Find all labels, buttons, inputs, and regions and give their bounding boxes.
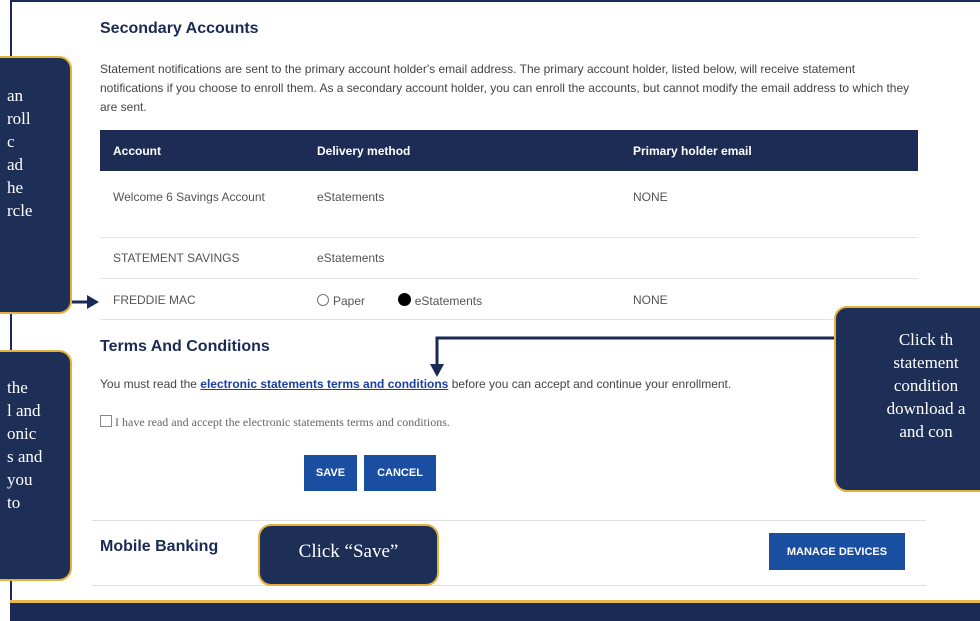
- callout-arrows: [72, 295, 834, 377]
- callout-terms-left: the l and onic s and you to: [0, 350, 72, 581]
- arrow-head-terms: [430, 364, 444, 377]
- arrow-head-left: [87, 295, 99, 309]
- callout-save: Click “Save”: [258, 524, 439, 586]
- callout-enroll: an roll c ad he rcle: [0, 56, 72, 314]
- callout-terms-right: Click th statement condition download a …: [834, 306, 980, 492]
- arrow-line-terms: [435, 336, 834, 366]
